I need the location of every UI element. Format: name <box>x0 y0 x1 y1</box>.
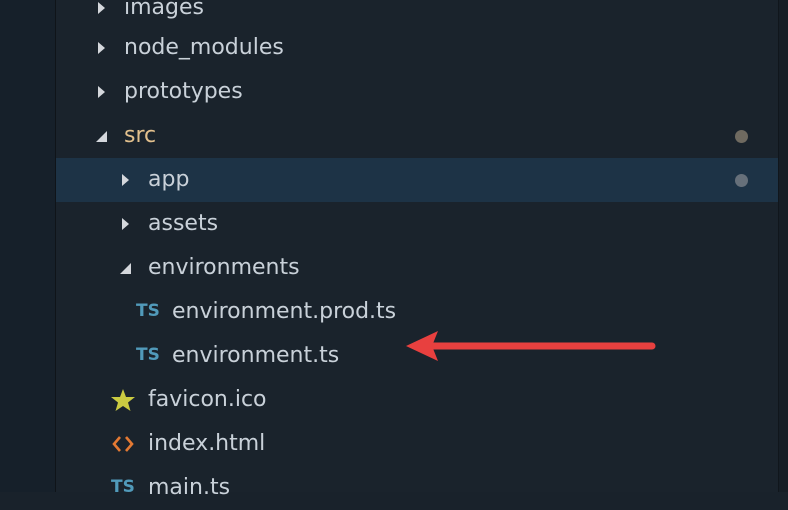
tree-item-prototypes[interactable]: prototypes <box>56 70 778 114</box>
tree-item-label: app <box>148 167 190 192</box>
typescript-icon: TS <box>111 477 135 497</box>
chevron-down-icon[interactable] <box>96 131 107 142</box>
tree-item-label: main.ts <box>148 475 231 500</box>
chevron-down-icon[interactable] <box>120 263 131 274</box>
tree-item-favicon[interactable]: favicon.ico <box>56 378 778 422</box>
chevron-right-icon[interactable] <box>122 174 129 186</box>
chevron-right-icon[interactable] <box>98 86 105 98</box>
annotation-arrow <box>406 331 656 361</box>
chevron-right-icon[interactable] <box>98 42 105 54</box>
chevron-right-icon[interactable] <box>98 2 105 14</box>
tree-item-label: assets <box>148 211 219 236</box>
modified-indicator <box>735 130 748 143</box>
tree-item-main-ts[interactable]: TS main.ts <box>56 466 778 510</box>
tree-item-index-html[interactable]: index.html <box>56 422 778 466</box>
star-icon <box>111 389 135 411</box>
modified-indicator <box>735 174 748 187</box>
tree-item-label: index.html <box>148 431 266 456</box>
tree-item-app[interactable]: app <box>56 158 778 202</box>
tree-item-node-modules[interactable]: node_modules <box>56 26 778 70</box>
tree-item-label: environments <box>148 255 300 280</box>
tree-item-label: environment.ts <box>172 343 340 368</box>
tree-item-assets[interactable]: assets <box>56 202 778 246</box>
tree-item-label: prototypes <box>124 79 243 104</box>
html-icon <box>112 436 134 452</box>
file-explorer: images node_modules prototypes src app a… <box>56 0 778 500</box>
chevron-right-icon[interactable] <box>122 218 129 230</box>
tree-item-label: node_modules <box>124 35 284 60</box>
tree-item-src[interactable]: src <box>56 114 778 158</box>
activity-bar <box>0 0 56 492</box>
scrollbar-track[interactable] <box>778 0 788 492</box>
tree-item-label: src <box>124 123 157 148</box>
typescript-icon: TS <box>136 345 160 365</box>
tree-item-label: environment.prod.ts <box>172 299 397 324</box>
typescript-icon: TS <box>136 301 160 321</box>
tree-item-label: favicon.ico <box>148 387 267 412</box>
tree-item-environments[interactable]: environments <box>56 246 778 290</box>
